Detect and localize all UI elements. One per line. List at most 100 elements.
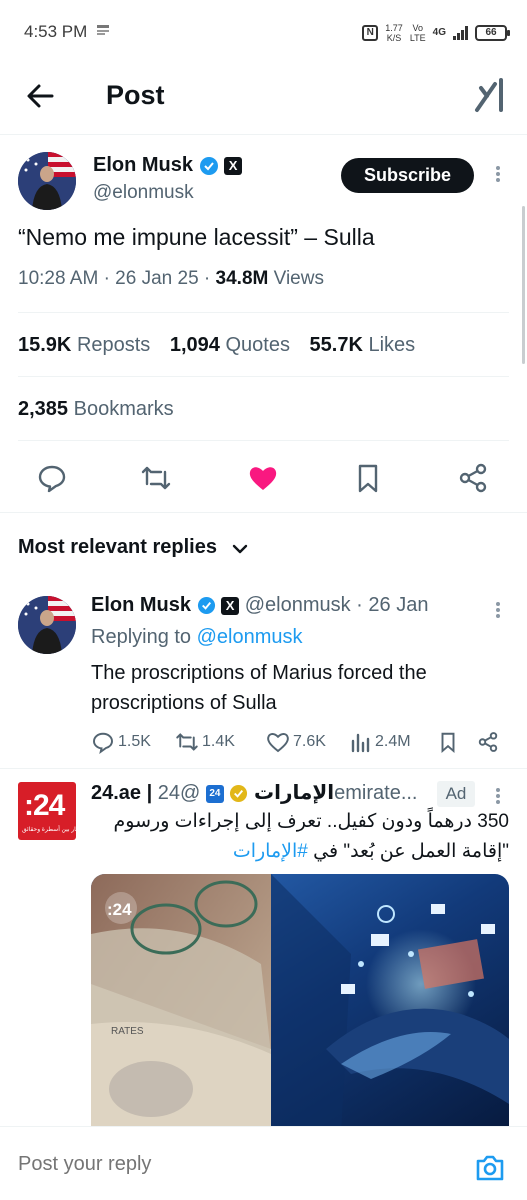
post-views-count: 34.8M [215, 268, 269, 289]
stats-divider [18, 376, 509, 377]
bookmarks-count: 2,385 [18, 398, 69, 420]
repost-icon [141, 466, 171, 490]
reply-author-handle[interactable]: @elonmusk [245, 594, 351, 616]
reply-repost-button[interactable]: 1.4K [175, 728, 235, 756]
author-avatar[interactable] [18, 152, 76, 210]
status-bar: 4:53 PM N 1.77 K/S Vo LTE 4G 66 [0, 0, 527, 64]
quotes-stat[interactable]: 1,094 Quotes [170, 334, 290, 356]
reply-header: Elon Musk X @elonmusk · 26 Jan [91, 594, 428, 617]
reposts-label: Reposts [76, 334, 151, 356]
likes-count: 55.7K [309, 334, 363, 356]
post-date: 26 Jan 25 [115, 268, 199, 289]
back-button[interactable] [22, 78, 58, 114]
affiliate-24-badge[interactable]: 24 [205, 784, 224, 803]
bookmark-icon [441, 732, 455, 754]
gold-verified-badge-icon[interactable] [229, 784, 248, 803]
status-time: 4:53 PM [24, 22, 88, 41]
network-type: 4G [432, 27, 446, 38]
ad-hashtag[interactable]: #الإمارات [233, 841, 308, 862]
replies-sort-dropdown[interactable]: Most relevant replies [18, 536, 217, 559]
header-divider [0, 134, 527, 135]
ad-header: 24.ae | الإمارات 24 @24emirate... [91, 780, 417, 805]
reply-bookmark-button[interactable] [437, 728, 459, 756]
ad-text-line-1: 350 درهماً ودون كفيل.. تعرف إلى إجراءات … [113, 811, 509, 832]
camera-icon [476, 1155, 504, 1181]
subscribe-button[interactable]: Subscribe [341, 158, 474, 193]
reply-author-avatar[interactable] [18, 596, 76, 654]
replying-to-handle[interactable]: @elonmusk [197, 626, 303, 648]
reply-reply-button[interactable]: 1.5K [91, 728, 151, 756]
reposts-count: 15.9K [18, 334, 72, 356]
heart-icon [267, 733, 289, 753]
reply-replies-count: 1.5K [118, 733, 151, 750]
likes-stat[interactable]: 55.7K Likes [310, 334, 416, 356]
grok-button[interactable] [473, 76, 509, 116]
repost-button[interactable] [140, 462, 172, 494]
meta-divider [18, 312, 509, 313]
ad-image-stamp-text: RATES [111, 1026, 144, 1037]
post-time: 10:28 AM [18, 268, 99, 289]
ad-more-icon[interactable] [495, 786, 501, 808]
verified-badge-icon[interactable] [197, 596, 216, 615]
volte-indicator: Vo LTE [410, 23, 426, 43]
share-button[interactable] [457, 462, 489, 494]
ad-media-image[interactable]: RATES :24 [91, 874, 509, 1134]
bookmark-icon [358, 464, 378, 493]
camera-button[interactable] [474, 1153, 506, 1183]
reply-views-button[interactable]: 2.4M [350, 728, 411, 756]
chevron-down-icon[interactable] [231, 540, 249, 558]
grok-icon [475, 78, 503, 112]
signal-icon [453, 26, 468, 40]
heart-filled-icon [249, 467, 277, 490]
volte-top: Vo [412, 23, 423, 33]
app-notification-icon [96, 24, 110, 38]
bookmarks-label: Bookmarks [73, 398, 174, 420]
battery-icon: 66 [475, 25, 510, 41]
reply-more-icon[interactable] [495, 600, 501, 622]
scrollbar[interactable] [522, 206, 525, 364]
share-icon [459, 463, 487, 493]
replying-to-label: Replying to [91, 626, 192, 648]
reply-button[interactable] [36, 462, 68, 494]
verified-badge-icon[interactable] [199, 156, 219, 176]
reply-reposts-count: 1.4K [202, 733, 235, 750]
reply-text: The proscriptions of Marius forced the p… [91, 662, 427, 714]
post-views-label: Views [273, 268, 324, 289]
post-action-bar [0, 456, 527, 500]
post-author-handle[interactable]: @elonmusk [93, 182, 194, 204]
network-speed-value: 1.77 [385, 23, 403, 33]
repost-icon [176, 733, 198, 751]
bookmark-button[interactable] [352, 462, 384, 494]
ad-text-line-2-body: "إقامة العمل عن بُعد" في [313, 841, 509, 862]
network-speed: 1.77 K/S [385, 23, 403, 43]
bookmarks-stat[interactable]: 2,385 Bookmarks [18, 398, 174, 421]
reply-share-button[interactable] [477, 728, 499, 756]
network-speed-unit: K/S [386, 33, 402, 43]
views-chart-icon [351, 733, 370, 753]
ad-logo-tagline: أخبار بين أسطرة وحقائق [22, 827, 84, 833]
meta-separator: · [203, 268, 211, 289]
affiliate-x-badge[interactable]: X [224, 156, 243, 175]
reply-like-button[interactable]: 7.6K [266, 728, 326, 756]
battery-level: 66 [485, 27, 497, 38]
replying-to: Replying to @elonmusk [91, 626, 303, 649]
page-title: Post [106, 80, 165, 110]
post-more-icon[interactable] [495, 164, 501, 186]
reposts-stat[interactable]: 15.9K Reposts [18, 334, 150, 356]
nfc-icon: N [362, 25, 379, 41]
post-text: “Nemo me impune lacessit” – Sulla [18, 224, 375, 250]
like-button[interactable] [247, 462, 279, 494]
reply-author-name[interactable]: Elon Musk [91, 594, 191, 616]
top-app-bar: Post [0, 64, 527, 128]
arrow-left-icon [27, 84, 54, 108]
post-author-name[interactable]: Elon Musk [93, 154, 193, 176]
ad-author-avatar[interactable]: :24 أخبار بين أسطرة وحقائق [18, 782, 83, 840]
ad-image-watermark: :24 [107, 900, 132, 919]
ad-label-badge: Ad [437, 781, 475, 807]
reply-date: 26 Jan [368, 594, 429, 616]
meta-separator: · [356, 594, 363, 616]
affiliate-x-badge[interactable]: X [221, 596, 240, 615]
ad-logo-text: :24 [24, 789, 65, 822]
reply-composer [0, 1126, 527, 1200]
reply-input[interactable] [18, 1153, 438, 1176]
